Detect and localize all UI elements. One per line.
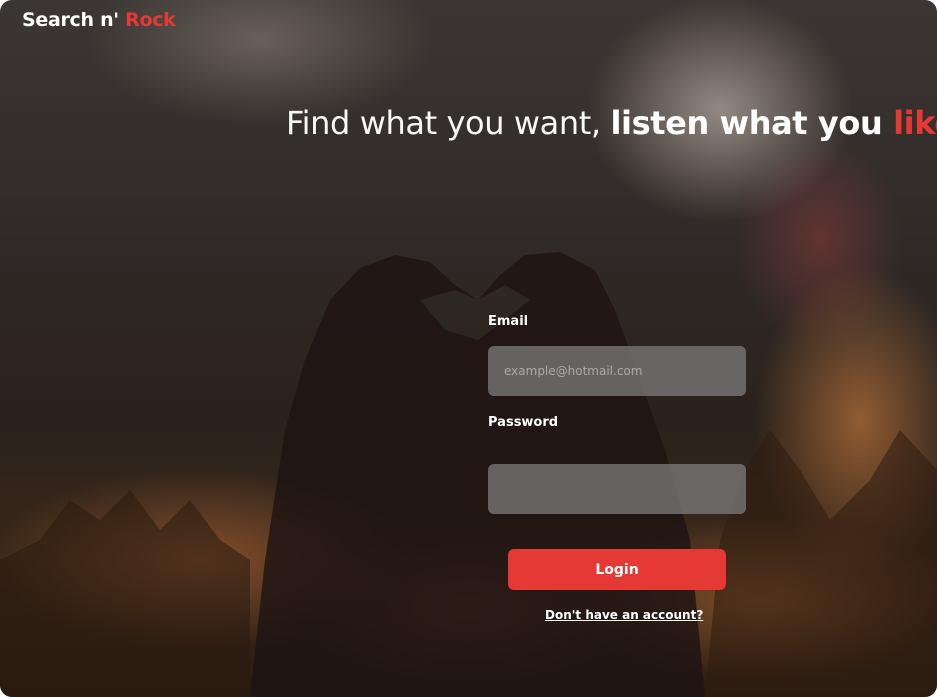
signup-link[interactable]: Don't have an account?	[545, 608, 703, 622]
login-page: Search n' Rock Find what you want, liste…	[0, 0, 937, 697]
brand-logo[interactable]: Search n' Rock	[22, 9, 176, 31]
headline-light-text: Find what you want,	[286, 104, 611, 142]
email-label: Email	[488, 314, 529, 329]
brand-name-primary: Search n'	[22, 9, 126, 31]
brand-name-accent: Rock	[125, 9, 176, 31]
headline-bold-text: listen what you	[610, 104, 894, 142]
password-field[interactable]	[488, 464, 746, 514]
email-field[interactable]	[488, 346, 746, 396]
password-label: Password	[488, 415, 559, 430]
headline-accent-text: like	[893, 104, 937, 142]
hero-headline: Find what you want, listen what you like	[286, 104, 937, 142]
login-button[interactable]: Login	[508, 549, 726, 590]
